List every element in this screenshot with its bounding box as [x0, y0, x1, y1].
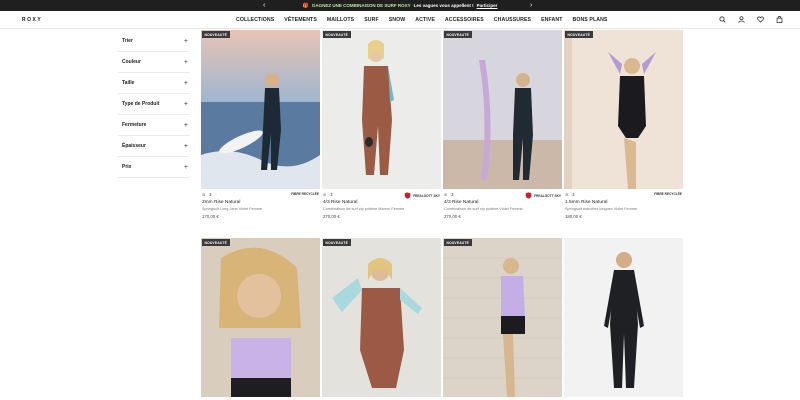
product-image[interactable]: NOUVEAUTÉ — [201, 238, 320, 397]
product-image[interactable]: NOUVEAUTÉ — [322, 238, 441, 397]
product-image[interactable]: NOUVEAUTÉ — [443, 238, 562, 397]
filter-prix[interactable]: Prix + — [118, 157, 190, 178]
filter-couleur[interactable]: Couleur + — [118, 52, 190, 73]
cart-bag-icon[interactable] — [775, 15, 784, 24]
promo-bar: ‹ 🎁 GAGNEZ UNE COMBINAISON DE SURF ROXY … — [0, 0, 800, 11]
nav-collections[interactable]: COLLECTIONS — [236, 17, 274, 23]
product-image[interactable]: NOUVEAUTÉ — [443, 30, 562, 189]
product-title[interactable]: 4/3 Rise Natural — [444, 200, 562, 205]
gift-icon: 🎁 — [302, 2, 309, 9]
nav-active[interactable]: ACTIVE — [415, 17, 435, 23]
filter-taille[interactable]: Taille + — [118, 73, 190, 94]
filter-sidebar: Trier + Couleur + Taille + Type de Produit +… — [118, 31, 190, 178]
product-image[interactable] — [564, 238, 683, 397]
plus-icon: + — [183, 100, 188, 108]
main-nav: COLLECTIONS VÊTEMENTS MAILLOTS SURF SNOW… — [236, 11, 617, 29]
shield-icon — [404, 192, 411, 199]
plus-icon: + — [183, 121, 188, 129]
filter-label: Prix — [122, 164, 132, 170]
product-card[interactable]: NOUVEAUTÉ ⊘ ③ FIBRE RECYCLÉE 1.5mm Rise … — [564, 30, 683, 219]
filter-fermeture[interactable]: Fermeture + — [118, 115, 190, 136]
filter-label: Couleur — [122, 59, 141, 65]
new-badge: NOUVEAUTÉ — [202, 31, 230, 38]
nav-accessoires[interactable]: ACCESSOIRES — [445, 17, 484, 23]
header-icons — [718, 15, 784, 24]
product-subtitle: Springsuit manches longues Violet Femme — [565, 207, 638, 211]
new-badge: NOUVEAUTÉ — [323, 239, 351, 246]
product-subtitle: Combinaison de surf zip poitrine Marron … — [323, 207, 405, 211]
filter-trier[interactable]: Trier + — [118, 31, 190, 52]
promo-message: 🎁 GAGNEZ UNE COMBINAISON DE SURF ROXY Le… — [303, 3, 498, 9]
plus-icon: + — [183, 142, 188, 150]
wishlist-heart-icon[interactable] — [756, 15, 765, 24]
new-badge: NOUVEAUTÉ — [323, 31, 351, 38]
tag-label: FREALGOTT SKY — [534, 193, 561, 198]
filter-label: Épaisseur — [122, 143, 146, 149]
color-swatches[interactable]: ⊘ ③ — [565, 192, 576, 197]
product-card[interactable] — [564, 238, 683, 397]
nav-surf[interactable]: SURF — [364, 17, 379, 23]
new-badge: NOUVEAUTÉ — [444, 239, 472, 246]
eco-tag: FIBRE RECYCLÉE — [654, 192, 682, 196]
product-subtitle: Springsuit Long Jane Violet Femme — [202, 207, 263, 211]
color-swatches[interactable]: ⊘ ③ — [202, 192, 213, 197]
promo-prev-arrow[interactable]: ‹ — [263, 0, 265, 11]
filter-label: Fermeture — [122, 122, 147, 128]
new-badge: NOUVEAUTÉ — [565, 31, 593, 38]
product-image[interactable]: NOUVEAUTÉ — [564, 30, 683, 189]
product-price: 170,00 € — [202, 213, 219, 219]
filter-type-produit[interactable]: Type de Produit + — [118, 94, 190, 115]
product-price: 270,00 € — [323, 213, 340, 219]
promo-highlight: GAGNEZ UNE COMBINAISON DE SURF ROXY — [311, 3, 411, 8]
tag-label: FREALGOTT SKY — [413, 193, 440, 198]
promo-next-arrow[interactable]: › — [530, 0, 532, 11]
color-swatches[interactable]: ⊘ ③ — [444, 192, 455, 197]
account-icon[interactable] — [737, 15, 746, 24]
promo-link[interactable]: Participer — [477, 3, 498, 8]
color-swatches[interactable]: ⊘ ③ — [323, 192, 334, 197]
product-card[interactable]: NOUVEAUTÉ — [322, 238, 441, 397]
product-card[interactable]: NOUVEAUTÉ ⊘ ③ FREALGOTT SKY 4/3 Rise Nat… — [443, 30, 562, 219]
product-grid: NOUVEAUTÉ ⊘ ③ FIBRE RECYCLÉE 2mm Rise Na… — [201, 30, 684, 400]
roxy-logo[interactable]: ROXY — [22, 17, 42, 23]
new-badge: NOUVEAUTÉ — [202, 239, 230, 246]
product-price: 180,00 € — [565, 213, 582, 219]
new-badge: NOUVEAUTÉ — [444, 31, 472, 38]
plus-icon: + — [183, 79, 188, 87]
product-image[interactable]: NOUVEAUTÉ — [201, 30, 320, 189]
filter-label: Type de Produit — [122, 101, 160, 107]
filter-epaisseur[interactable]: Épaisseur + — [118, 136, 190, 157]
shield-icon — [525, 192, 532, 199]
plus-icon: + — [183, 37, 188, 45]
product-card[interactable]: NOUVEAUTÉ — [443, 238, 562, 397]
filter-label: Taille — [122, 80, 135, 86]
product-card[interactable]: NOUVEAUTÉ — [201, 238, 320, 397]
product-title[interactable]: 1.5mm Rise Natural — [565, 200, 683, 205]
nav-chaussures[interactable]: CHAUSSURES — [494, 17, 531, 23]
promo-text: Les vagues vous appellent ! — [413, 3, 474, 8]
product-title[interactable]: 2mm Rise Natural — [202, 200, 320, 205]
filter-label: Trier — [122, 38, 133, 44]
plus-icon: + — [183, 58, 188, 66]
nav-enfant[interactable]: ENFANT — [541, 17, 562, 23]
frealgott-tag: FREALGOTT SKY — [404, 192, 440, 199]
eco-tag: FIBRE RECYCLÉE — [291, 192, 319, 196]
product-price: 270,00 € — [444, 213, 461, 219]
product-subtitle: Combinaison de surf zip poitrine Violet … — [444, 207, 523, 211]
site-header: ROXY COLLECTIONS VÊTEMENTS MAILLOTS SURF… — [0, 11, 800, 29]
nav-vetements[interactable]: VÊTEMENTS — [284, 17, 317, 23]
product-card[interactable]: NOUVEAUTÉ ⊘ ③ FIBRE RECYCLÉE 2mm Rise Na… — [201, 30, 320, 219]
product-image[interactable]: NOUVEAUTÉ — [322, 30, 441, 189]
frealgott-tag: FREALGOTT SKY — [525, 192, 561, 199]
nav-maillots[interactable]: MAILLOTS — [327, 17, 354, 23]
nav-bons-plans[interactable]: BONS PLANS — [572, 17, 607, 23]
search-icon[interactable] — [718, 15, 727, 24]
product-card[interactable]: NOUVEAUTÉ ⊘ ③ FREALGOTT SKY 4/3 Rise Nat… — [322, 30, 441, 219]
nav-snow[interactable]: SNOW — [389, 17, 406, 23]
plus-icon: + — [183, 163, 188, 171]
product-title[interactable]: 4/3 Rise Natural — [323, 200, 441, 205]
